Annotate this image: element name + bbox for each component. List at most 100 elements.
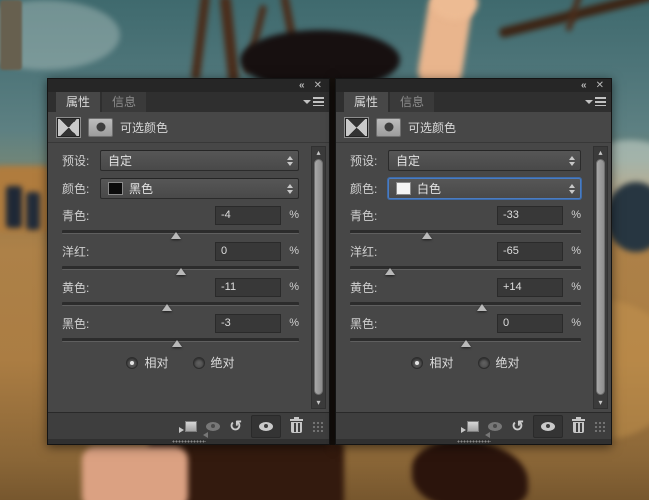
- preset-dropdown[interactable]: 自定: [388, 150, 581, 171]
- tab-properties[interactable]: 属性: [344, 92, 388, 112]
- mode-radio-group: 相对 绝对: [62, 354, 299, 371]
- close-icon[interactable]: ✕: [314, 81, 322, 91]
- preset-label: 预设:: [62, 152, 100, 169]
- panel-toolbar: ↺: [336, 412, 611, 439]
- properties-panel-black: « ✕ 属性 信息 可选颜色 预设: 自定 颜色: [47, 78, 330, 445]
- cyan-value-input[interactable]: -33: [497, 206, 563, 225]
- yellow-label: 黄色:: [62, 279, 215, 296]
- panel-menu-icon[interactable]: [585, 97, 606, 106]
- scroll-up-icon[interactable]: ▴: [312, 147, 325, 158]
- slider-thumb[interactable]: [171, 232, 181, 239]
- scrollbar[interactable]: ▴ ▾: [593, 146, 608, 409]
- color-dropdown[interactable]: 黑色: [100, 178, 299, 199]
- black-value-input[interactable]: 0: [497, 314, 563, 333]
- toggle-visibility-button[interactable]: [533, 415, 563, 438]
- menu-bars-icon: [595, 97, 606, 106]
- yellow-value-input[interactable]: -11: [215, 278, 281, 297]
- slider-thumb[interactable]: [172, 340, 182, 347]
- scrollbar[interactable]: ▴ ▾: [311, 146, 326, 409]
- collapse-to-icons-icon[interactable]: «: [581, 81, 586, 91]
- absolute-label: 绝对: [496, 354, 520, 371]
- selective-color-adjustment-icon[interactable]: [56, 117, 81, 138]
- black-slider[interactable]: [62, 338, 299, 342]
- radio-circle: [411, 357, 423, 369]
- clip-to-layer-icon[interactable]: [461, 416, 479, 436]
- menu-bars-icon: [313, 97, 324, 106]
- preset-value: 自定: [396, 152, 420, 169]
- percent-sign: %: [563, 209, 581, 221]
- delete-adjustment-icon[interactable]: [290, 419, 303, 433]
- color-dropdown[interactable]: 白色: [388, 178, 581, 199]
- radio-circle: [478, 357, 490, 369]
- radio-circle: [193, 357, 205, 369]
- cyan-slider[interactable]: [350, 230, 581, 234]
- yellow-label: 黄色:: [350, 279, 497, 296]
- eye-icon: [488, 422, 502, 431]
- percent-sign: %: [563, 317, 581, 329]
- layer-mask-icon[interactable]: [88, 118, 113, 137]
- percent-sign: %: [281, 281, 299, 293]
- yellow-slider[interactable]: [350, 302, 581, 306]
- drag-grip-icon[interactable]: [172, 440, 206, 443]
- view-previous-state-icon[interactable]: [488, 416, 502, 436]
- scroll-down-icon[interactable]: ▾: [312, 397, 325, 408]
- cyan-value-input[interactable]: -4: [215, 206, 281, 225]
- magenta-label: 洋红:: [62, 243, 215, 260]
- slider-thumb[interactable]: [422, 232, 432, 239]
- magenta-slider[interactable]: [350, 266, 581, 270]
- tab-info[interactable]: 信息: [390, 92, 434, 112]
- slider-thumb[interactable]: [385, 268, 395, 275]
- magenta-value-input[interactable]: 0: [215, 242, 281, 261]
- slider-thumb[interactable]: [477, 304, 487, 311]
- preset-value: 自定: [108, 152, 132, 169]
- eye-icon: [206, 422, 220, 431]
- preset-label: 预设:: [350, 152, 388, 169]
- preset-dropdown[interactable]: 自定: [100, 150, 299, 171]
- scroll-up-icon[interactable]: ▴: [594, 147, 607, 158]
- resize-grip-icon[interactable]: [594, 421, 605, 432]
- caret-icon: [303, 100, 311, 104]
- panel-toolbar: ↺: [48, 412, 329, 439]
- view-previous-state-icon[interactable]: [206, 416, 220, 436]
- drag-grip-icon[interactable]: [457, 440, 491, 443]
- black-slider[interactable]: [350, 338, 581, 342]
- scroll-down-icon[interactable]: ▾: [594, 397, 607, 408]
- magenta-value-input[interactable]: -65: [497, 242, 563, 261]
- reset-adjustment-icon[interactable]: ↺: [511, 416, 524, 436]
- reset-adjustment-icon[interactable]: ↺: [229, 416, 242, 436]
- delete-adjustment-icon[interactable]: [572, 419, 585, 433]
- slider-thumb[interactable]: [162, 304, 172, 311]
- eye-icon: [259, 422, 273, 431]
- slider-thumb[interactable]: [461, 340, 471, 347]
- clip-to-layer-icon[interactable]: [179, 416, 197, 436]
- tree-branch: [191, 0, 210, 80]
- tab-properties[interactable]: 属性: [56, 92, 100, 112]
- resize-grip-icon[interactable]: [312, 421, 323, 432]
- scrollbar-thumb[interactable]: [596, 159, 605, 395]
- yellow-slider[interactable]: [62, 302, 299, 306]
- percent-sign: %: [281, 245, 299, 257]
- relative-radio[interactable]: 相对: [126, 354, 168, 371]
- tab-info[interactable]: 信息: [102, 92, 146, 112]
- tree-branch: [220, 0, 240, 82]
- scrollbar-thumb[interactable]: [314, 159, 323, 395]
- magenta-slider[interactable]: [62, 266, 299, 270]
- close-icon[interactable]: ✕: [596, 81, 604, 91]
- black-value-input[interactable]: -3: [215, 314, 281, 333]
- absolute-radio[interactable]: 绝对: [478, 354, 520, 371]
- selective-color-adjustment-icon[interactable]: [344, 117, 369, 138]
- color-value: 黑色: [129, 180, 153, 197]
- adjustment-header: 可选颜色: [48, 112, 329, 143]
- slider-thumb[interactable]: [176, 268, 186, 275]
- color-swatch: [396, 182, 411, 195]
- yellow-value-input[interactable]: +14: [497, 278, 563, 297]
- relative-radio[interactable]: 相对: [411, 354, 453, 371]
- absolute-radio[interactable]: 绝对: [193, 354, 235, 371]
- layer-mask-icon[interactable]: [376, 118, 401, 137]
- stepper-icon: [569, 156, 575, 166]
- cyan-slider[interactable]: [62, 230, 299, 234]
- toggle-visibility-button[interactable]: [251, 415, 281, 438]
- collapse-to-icons-icon[interactable]: «: [299, 81, 304, 91]
- relative-label: 相对: [144, 354, 168, 371]
- panel-menu-icon[interactable]: [303, 97, 324, 106]
